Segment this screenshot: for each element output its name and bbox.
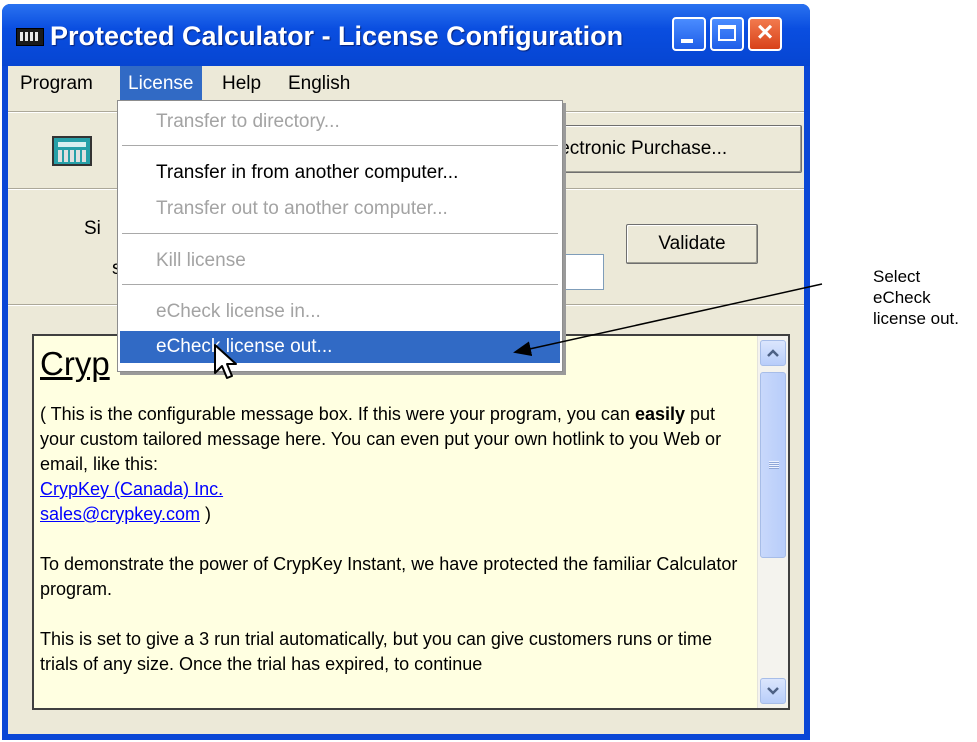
annotation-callout: Select eCheck license out. (873, 266, 959, 329)
annotation-line: license out. (873, 309, 959, 328)
annotation-line: eCheck (873, 288, 931, 307)
annotation-arrow (513, 283, 823, 357)
annotation-line: Select (873, 267, 921, 286)
